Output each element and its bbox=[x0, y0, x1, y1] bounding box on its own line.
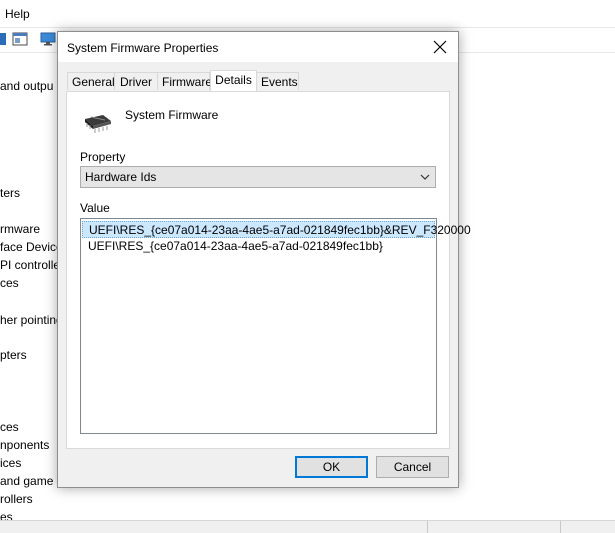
close-icon bbox=[433, 40, 447, 54]
value-listbox[interactable]: UEFI\RES_{ce07a014-23aa-4ae5-a7ad-021849… bbox=[80, 218, 471, 434]
statusbar-separator bbox=[427, 521, 428, 533]
ok-button[interactable]: OK bbox=[295, 456, 368, 478]
tree-item[interactable]: rollers bbox=[0, 492, 33, 506]
device-name: System Firmware bbox=[125, 108, 219, 122]
tab-general[interactable]: General bbox=[67, 72, 115, 90]
toolbar-monitor-icon[interactable] bbox=[40, 31, 56, 47]
tree-item[interactable]: and outpu bbox=[0, 79, 53, 93]
tree-item[interactable]: ces bbox=[0, 420, 19, 434]
chevron-down-icon bbox=[420, 174, 430, 180]
tree-item[interactable]: face Device bbox=[0, 240, 63, 254]
property-dropdown[interactable]: Hardware Ids bbox=[80, 166, 436, 188]
property-label: Property bbox=[80, 150, 126, 164]
value-label: Value bbox=[80, 201, 110, 215]
cancel-button[interactable]: Cancel bbox=[376, 456, 449, 478]
list-item[interactable]: UEFI\RES_{ce07a014-23aa-4ae5-a7ad-021849… bbox=[82, 238, 435, 255]
tab-events[interactable]: Events bbox=[256, 72, 299, 90]
tree-item[interactable]: pters bbox=[0, 348, 27, 362]
chip-icon bbox=[81, 109, 113, 135]
details-panel: System Firmware Property Hardware Ids Va… bbox=[66, 91, 471, 449]
tab-driver[interactable]: Driver bbox=[114, 72, 158, 90]
tree-item[interactable]: and game bbox=[0, 474, 53, 488]
background-menubar: Help bbox=[0, 0, 615, 26]
menu-help[interactable]: Help bbox=[5, 7, 30, 21]
dialog-titlebar[interactable]: System Firmware Properties bbox=[58, 32, 458, 62]
tree-item[interactable]: ices bbox=[0, 456, 21, 470]
tab-firmware[interactable]: Firmware bbox=[157, 72, 212, 90]
dialog-title: System Firmware Properties bbox=[67, 41, 219, 55]
close-button[interactable] bbox=[422, 32, 458, 62]
tree-item[interactable]: her pointing bbox=[0, 313, 63, 327]
list-item[interactable]: UEFI\RES_{ce07a014-23aa-4ae5-a7ad-021849… bbox=[82, 221, 471, 238]
properties-dialog: System Firmware Properties General Drive… bbox=[57, 31, 471, 488]
tab-details[interactable]: Details bbox=[210, 70, 257, 91]
background-statusbar bbox=[0, 520, 615, 533]
tree-item[interactable]: ces bbox=[0, 276, 19, 290]
tree-item[interactable]: rmware bbox=[0, 222, 40, 236]
tree-item[interactable]: ters bbox=[0, 186, 20, 200]
statusbar-separator bbox=[560, 521, 561, 533]
tree-item[interactable]: nponents bbox=[0, 438, 49, 452]
toolbar-window-icon[interactable] bbox=[12, 31, 28, 47]
property-selected-value: Hardware Ids bbox=[85, 170, 157, 184]
tree-item[interactable]: PI controlle bbox=[0, 258, 60, 272]
